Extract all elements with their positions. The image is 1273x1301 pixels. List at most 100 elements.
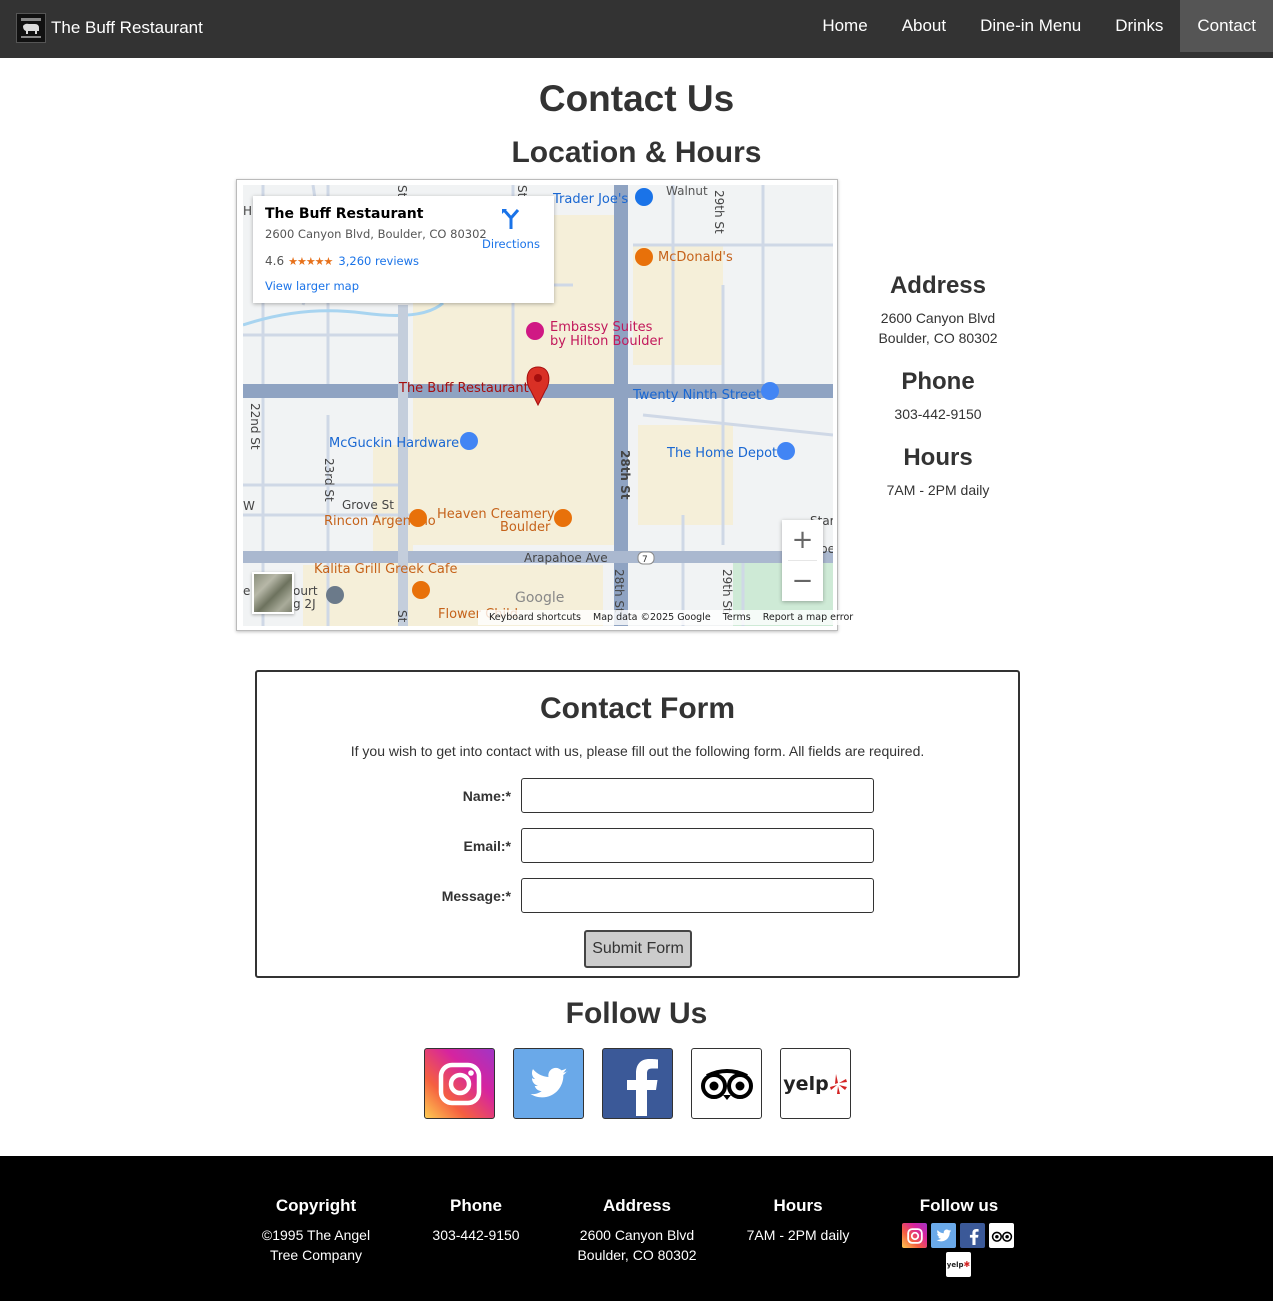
footer-phone-number: 303-442-9150	[432, 1227, 520, 1243]
nav-menu: Home About Dine-in Menu Drinks Contact	[805, 0, 1273, 52]
follow-us-heading: Follow Us	[565, 997, 708, 1030]
zoom-out-button[interactable]: −	[782, 561, 823, 601]
footer-copyright: Copyright ©1995 The Angel Tree Company	[236, 1196, 396, 1265]
phone-heading: Phone	[901, 368, 975, 395]
star-rating-icon: ★★★★★	[288, 254, 333, 268]
map-label-twenty-ninth: Twenty Ninth Street	[632, 388, 761, 403]
footer-instagram-link[interactable]	[902, 1223, 927, 1248]
keyboard-shortcuts-link[interactable]: Keyboard shortcuts	[489, 612, 581, 623]
map-label-29th-b: 29th St	[720, 569, 734, 613]
map-label-embassy-1: Embassy Suites	[550, 320, 653, 335]
instagram-icon	[906, 1227, 923, 1244]
email-input[interactable]	[521, 828, 874, 863]
map-label-mcdonalds: McDonald's	[658, 250, 733, 265]
map-label-mcguckin: McGuckin Hardware	[329, 436, 459, 451]
footer-address-heading: Address	[602, 1196, 672, 1215]
terms-link[interactable]: Terms	[723, 612, 751, 623]
map-data-text: Map data ©2025 Google	[593, 612, 711, 623]
twitter-icon	[530, 1067, 567, 1097]
view-larger-map-link[interactable]: View larger map	[265, 279, 359, 293]
map-label-29th-a: 29th St	[712, 190, 726, 234]
instagram-link[interactable]	[424, 1048, 495, 1119]
site-footer: Copyright ©1995 The Angel Tree Company P…	[0, 1156, 1273, 1301]
tripadvisor-link[interactable]	[691, 1048, 762, 1119]
footer-tripadvisor-link[interactable]	[989, 1223, 1014, 1248]
map-card-reviews-link[interactable]: 3,260 reviews	[338, 254, 419, 268]
directions-button[interactable]: Directions	[481, 208, 541, 251]
map-label-28th: 28th St	[618, 450, 632, 500]
address-block: Address 2600 Canyon Blvd Boulder, CO 803…	[848, 272, 1028, 348]
zoom-in-button[interactable]: +	[782, 520, 823, 560]
message-input[interactable]	[521, 878, 874, 913]
directions-icon	[502, 209, 520, 229]
map-card-rating: 4.6 ★★★★★ 3,260 reviews	[265, 254, 419, 268]
name-input[interactable]	[521, 778, 874, 813]
location-heading: Location & Hours	[511, 136, 762, 169]
map-route-7: 7	[642, 555, 648, 565]
footer-yelp-wordmark: yelp	[946, 1260, 964, 1269]
footer-hours-text: 7AM - 2PM daily	[746, 1227, 850, 1243]
hours-heading: Hours	[903, 444, 973, 471]
hours-text: 7AM - 2PM daily	[886, 482, 990, 498]
address-line-2: Boulder, CO 80302	[878, 330, 998, 346]
phone-block: Phone 303-442-9150	[848, 368, 1028, 424]
footer-twitter-link[interactable]	[931, 1223, 956, 1248]
nav-contact[interactable]: Contact	[1180, 0, 1273, 52]
footer-hours: Hours 7AM - 2PM daily	[718, 1196, 878, 1245]
yelp-link[interactable]: yelp	[780, 1048, 851, 1119]
contact-form: Contact Form If you wish to get into con…	[255, 670, 1020, 978]
contact-form-description: If you wish to get into contact with us,…	[350, 743, 925, 759]
nav-dine-in-menu[interactable]: Dine-in Menu	[963, 0, 1098, 52]
map-label-trader-joes: Trader Joe's	[552, 192, 628, 207]
nav-home[interactable]: Home	[805, 0, 884, 52]
footer-facebook-link[interactable]	[960, 1223, 985, 1248]
map-label-28th-b: 28th St	[612, 569, 626, 613]
brand-name: The Buff Restaurant	[51, 18, 203, 37]
hours-block: Hours 7AM - 2PM daily	[848, 444, 1028, 500]
instagram-icon	[438, 1062, 481, 1105]
name-label: Name:*	[462, 788, 511, 804]
footer-hours-heading: Hours	[773, 1196, 823, 1215]
nav-about[interactable]: About	[885, 0, 963, 52]
address-heading: Address	[889, 272, 987, 299]
footer-copyright-line-1: ©1995 The Angel	[261, 1227, 371, 1243]
report-map-error-link[interactable]: Report a map error	[763, 612, 853, 623]
map-attribution-bar: Keyboard shortcuts Map data ©2025 Google…	[478, 610, 865, 625]
map-edge-w: W	[243, 499, 255, 513]
map-label-22nd: 22nd St	[248, 403, 262, 450]
twitter-link[interactable]	[513, 1048, 584, 1119]
map-card-address: 2600 Canyon Blvd, Boulder, CO 80302	[265, 227, 487, 241]
tripadvisor-icon	[991, 1231, 1012, 1242]
map-label-23rd: 23rd St	[322, 458, 336, 502]
yelp-icon: yelp	[783, 1073, 847, 1095]
yelp-wordmark: yelp	[783, 1072, 829, 1095]
address-line-1: 2600 Canyon Blvd	[880, 310, 996, 326]
satellite-toggle[interactable]	[252, 572, 294, 614]
email-label: Email:*	[463, 838, 511, 854]
footer-address-line-2: Boulder, CO 80302	[577, 1247, 697, 1263]
map-label-heaven-2: Boulder	[500, 520, 551, 535]
directions-label: Directions	[482, 237, 540, 251]
map-zoom-control: + −	[782, 520, 823, 601]
footer-follow-heading: Follow us	[919, 1196, 999, 1215]
brand-link[interactable]: The Buff Restaurant	[16, 12, 203, 44]
nav-drinks[interactable]: Drinks	[1098, 0, 1180, 52]
submit-form-button[interactable]: Submit Form	[584, 930, 692, 968]
facebook-icon	[626, 1058, 658, 1116]
footer-address: Address 2600 Canyon Blvd Boulder, CO 803…	[557, 1196, 717, 1265]
footer-yelp-link[interactable]: yelp ✱	[946, 1252, 971, 1277]
map-info-card: The Buff Restaurant 2600 Canyon Blvd, Bo…	[253, 196, 554, 303]
yelp-icon: yelp ✱	[946, 1260, 971, 1269]
map-edge-e: e	[243, 584, 250, 598]
facebook-link[interactable]	[602, 1048, 673, 1119]
footer-address-line-1: 2600 Canyon Blvd	[579, 1227, 695, 1243]
map-label-st-c: St	[395, 610, 409, 623]
map-label-embassy-2: by Hilton Boulder	[550, 334, 663, 349]
footer-copyright-line-2: Tree Company	[269, 1247, 363, 1263]
tripadvisor-icon	[700, 1068, 753, 1100]
map-label-buff: The Buff Restaurant	[398, 381, 529, 396]
footer-follow: Follow us	[879, 1196, 1039, 1225]
map-label-home-depot: The Home Depot	[666, 446, 777, 461]
map-label-court-2: g 2J	[293, 597, 316, 611]
map-label-arapahoe: Arapahoe Ave	[524, 551, 608, 565]
